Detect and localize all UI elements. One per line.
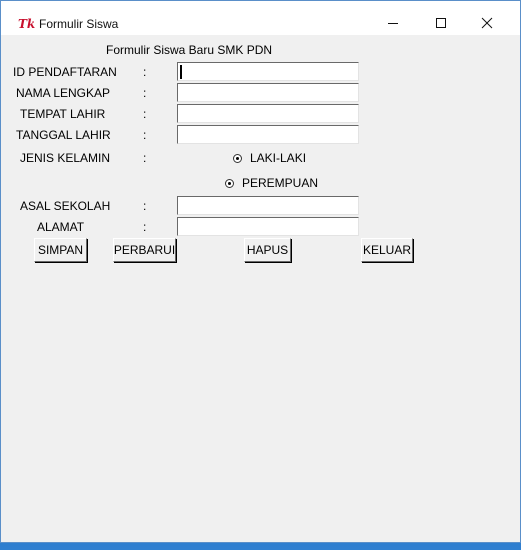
label-asal-sekolah: ASAL SEKOLAH — [20, 199, 111, 213]
radio-perempuan[interactable]: PEREMPUAN — [225, 176, 318, 190]
minimize-button[interactable] — [370, 8, 416, 38]
tanggal-lahir-input[interactable] — [177, 125, 359, 144]
label-id-pendaftaran: ID PENDAFTARAN — [13, 65, 117, 79]
hapus-button[interactable]: HAPUS — [244, 238, 291, 262]
maximize-button[interactable] — [418, 8, 464, 38]
label-tempat-lahir: TEMPAT LAHIR — [20, 107, 106, 121]
tempat-lahir-input[interactable] — [177, 104, 359, 123]
title-bar[interactable]: Tk Formulir Siswa — [1, 1, 520, 35]
simpan-button[interactable]: SIMPAN — [34, 238, 87, 262]
radio-indicator — [225, 178, 234, 188]
label-tanggal-lahir: TANGGAL LAHIR — [16, 128, 111, 142]
id-pendaftaran-input[interactable] — [177, 62, 359, 81]
keluar-button[interactable]: KELUAR — [361, 238, 413, 262]
maximize-icon — [436, 18, 446, 28]
colon: : — [143, 65, 147, 79]
perbarui-button[interactable]: PERBARUI — [113, 238, 176, 262]
close-button[interactable] — [464, 8, 510, 38]
close-icon — [481, 17, 493, 29]
app-window: Tk Formulir Siswa Formulir Siswa Baru SM… — [0, 0, 521, 543]
radio-indicator — [233, 153, 242, 163]
colon: : — [143, 128, 147, 142]
alamat-input[interactable] — [177, 217, 359, 236]
colon: : — [143, 220, 147, 234]
label-jenis-kelamin: JENIS KELAMIN — [20, 151, 111, 165]
colon: : — [143, 199, 147, 213]
window-title: Formulir Siswa — [39, 17, 119, 31]
label-nama-lengkap: NAMA LENGKAP — [16, 86, 111, 100]
colon: : — [143, 86, 147, 100]
form-area: Formulir Siswa Baru SMK PDN ID PENDAFTAR… — [1, 35, 520, 542]
radio-laki-laki-label: LAKI-LAKI — [250, 151, 307, 165]
radio-laki-laki[interactable]: LAKI-LAKI — [233, 151, 306, 165]
tk-app-icon: Tk — [18, 17, 36, 31]
colon: : — [143, 151, 147, 165]
nama-lengkap-input[interactable] — [177, 83, 359, 102]
text-caret — [180, 65, 182, 79]
label-alamat: ALAMAT — [37, 220, 85, 234]
asal-sekolah-input[interactable] — [177, 196, 359, 215]
radio-perempuan-label: PEREMPUAN — [242, 176, 319, 190]
form-heading: Formulir Siswa Baru SMK PDN — [106, 43, 273, 57]
colon: : — [143, 107, 147, 121]
minimize-icon — [388, 23, 398, 24]
